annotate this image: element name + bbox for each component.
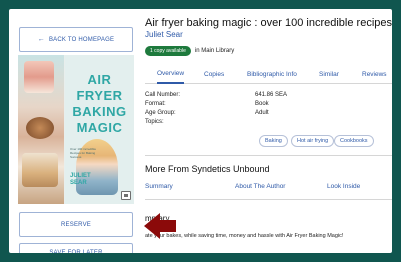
save-for-later-button[interactable]: SAVE FOR LATER: [19, 243, 133, 253]
back-to-homepage-label: BACK TO HOMEPAGE: [48, 36, 115, 43]
syndetics-look-inside-link[interactable]: Look Inside: [327, 183, 360, 190]
author-link[interactable]: Juliet Sear: [145, 30, 183, 39]
tab-bibliographic-info[interactable]: Bibliographic Info: [247, 64, 297, 84]
detail-key: Topics:: [145, 119, 164, 125]
cake-photo: [24, 61, 54, 93]
page-title: Air fryer baking magic : over 100 incred…: [145, 17, 392, 29]
arrow-left-icon: ←: [37, 36, 45, 43]
tab-copies[interactable]: Copies: [204, 64, 224, 84]
syndetics-about-author-link[interactable]: About The Author: [235, 183, 285, 190]
cover-author: JULIET SEAR: [70, 173, 94, 187]
detail-key: Call Number:: [145, 92, 181, 98]
topic-cookbooks[interactable]: Cookbooks: [334, 135, 374, 147]
availability-location: in Main Library: [194, 48, 235, 54]
cover-title-line: FRYER: [76, 88, 123, 103]
cover-title-line: MAGIC: [76, 120, 123, 135]
detail-value: Book: [255, 101, 269, 107]
topic-baking[interactable]: Baking: [259, 135, 288, 147]
detail-value: 641.86 SEA: [255, 92, 288, 98]
catalog-page: ← BACK TO HOMEPAGE AIR FRYER BAKING MAGI…: [9, 9, 392, 253]
more-from-syndetics-heading: More From Syndetics Unbound: [145, 164, 270, 174]
detail-tabs: Overview Copies Bibliographic Info Simil…: [145, 64, 392, 84]
book-cover-image[interactable]: AIR FRYER BAKING MAGIC Over 100 incredib…: [18, 55, 134, 204]
availability: 1 copy available in Main Library: [145, 46, 234, 56]
cover-author-line: SEAR: [70, 180, 87, 186]
reserve-button[interactable]: RESERVE: [19, 212, 133, 237]
tab-overview[interactable]: Overview: [157, 64, 185, 84]
topic-hot-air-frying[interactable]: Hot air frying: [291, 135, 335, 147]
cover-blurb: Over 100 incredible Recipes for Baking S…: [70, 147, 97, 159]
back-to-homepage-button[interactable]: ← BACK TO HOMEPAGE: [19, 27, 133, 52]
cover-title-line: BAKING: [72, 104, 127, 119]
pie-photo: [26, 117, 54, 139]
tab-similar[interactable]: Similar: [319, 64, 339, 84]
detail-value: Adult: [255, 110, 269, 116]
look-inside-icon[interactable]: [121, 191, 131, 200]
divider: [145, 155, 392, 156]
pastry-photo: [22, 153, 58, 187]
divider: [145, 199, 392, 200]
pointer-arrow-icon: [144, 213, 176, 239]
detail-key: Age Group:: [145, 110, 176, 116]
tab-reviews[interactable]: Reviews: [362, 64, 387, 84]
cover-author-line: JULIET: [70, 173, 91, 179]
syndetics-summary-link[interactable]: Summary: [145, 183, 173, 190]
cover-title-line: AIR: [87, 72, 112, 87]
detail-key: Format:: [145, 101, 166, 107]
availability-badge[interactable]: 1 copy available: [145, 46, 191, 56]
